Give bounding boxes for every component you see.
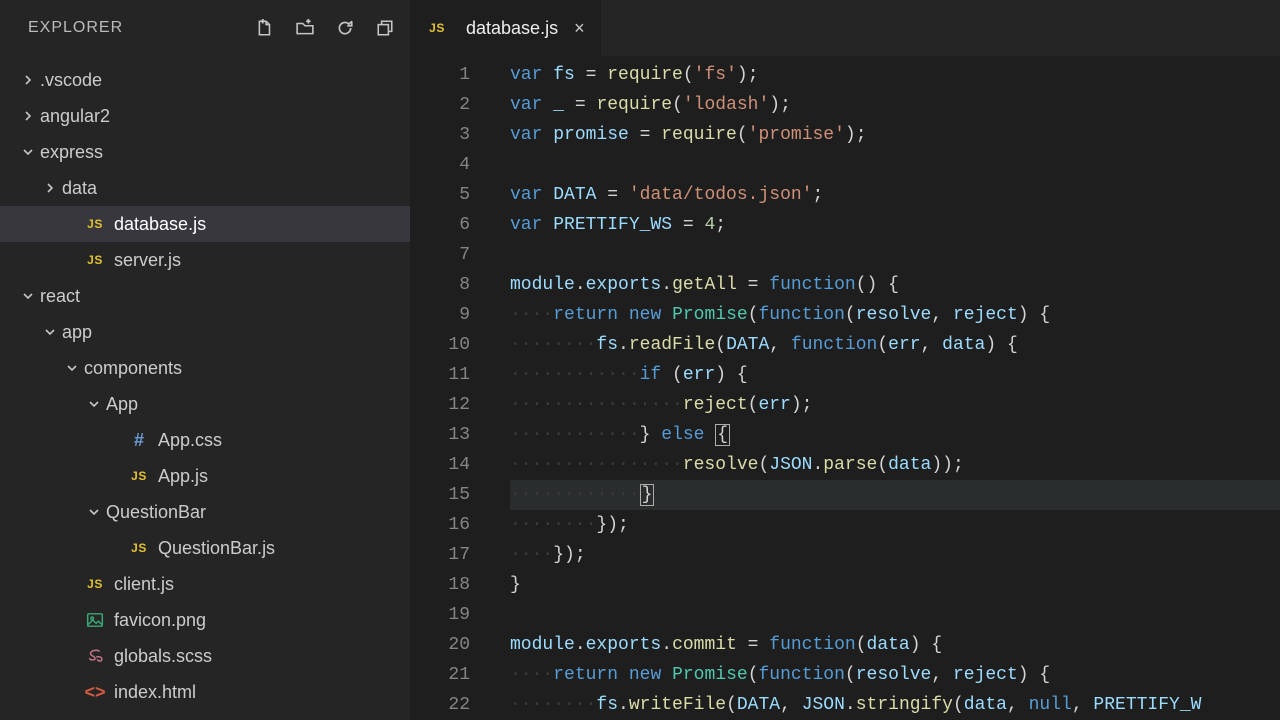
twisty-icon [20,111,36,121]
file-favicon-png[interactable]: favicon.png [0,602,410,638]
explorer-actions [256,19,394,37]
folder-data[interactable]: data [0,170,410,206]
twisty-icon [20,291,36,301]
folder-app[interactable]: App [0,386,410,422]
js-icon: JS [426,21,448,35]
refresh-icon[interactable] [336,19,354,37]
tree-item-label: express [40,142,103,163]
file-globals-scss[interactable]: globals.scss [0,638,410,674]
collapse-all-icon[interactable] [376,19,394,37]
folder--vscode[interactable]: .vscode [0,62,410,98]
tree-item-label: QuestionBar.js [158,538,275,559]
file-database-js[interactable]: JSdatabase.js [0,206,410,242]
close-icon[interactable]: × [574,18,585,39]
tree-item-label: index.html [114,682,196,703]
tree-item-label: app [62,322,92,343]
tree-item-label: QuestionBar [106,502,206,523]
editor-area: JS database.js × 12345678910111213141516… [410,0,1280,720]
tree-item-label: database.js [114,214,206,235]
folder-react[interactable]: react [0,278,410,314]
folder-express[interactable]: express [0,134,410,170]
new-file-icon[interactable] [256,19,274,37]
tree-item-label: components [84,358,182,379]
twisty-icon [20,147,36,157]
folder-angular2[interactable]: angular2 [0,98,410,134]
tab-label: database.js [466,18,558,39]
twisty-icon [86,507,102,517]
tree-item-label: data [62,178,97,199]
file-client-js[interactable]: JSclient.js [0,566,410,602]
folder-app[interactable]: app [0,314,410,350]
file-app-css[interactable]: #App.css [0,422,410,458]
tree-item-label: client.js [114,574,174,595]
explorer-header: EXPLORER [0,0,410,56]
file-server-js[interactable]: JSserver.js [0,242,410,278]
tree-item-label: .vscode [40,70,102,91]
twisty-icon [42,183,58,193]
folder-questionbar[interactable]: QuestionBar [0,494,410,530]
tab-database-js[interactable]: JS database.js × [410,0,601,56]
tree-item-label: App [106,394,138,415]
explorer-title: EXPLORER [28,19,123,37]
explorer-sidebar: EXPLORER .vscode angular2 express data JSdat… [0,0,410,720]
code-content[interactable]: var fs = require('fs');var _ = require('… [490,56,1280,720]
file-questionbar-js[interactable]: JSQuestionBar.js [0,530,410,566]
tree-item-label: App.js [158,466,208,487]
code-editor[interactable]: 12345678910111213141516171819202122 var … [410,56,1280,720]
tree-item-label: react [40,286,80,307]
file-tree: .vscodeangular2expressdataJSdatabase.jsJ… [0,56,410,720]
tree-item-label: favicon.png [114,610,206,631]
tree-item-label: angular2 [40,106,110,127]
twisty-icon [20,75,36,85]
tree-item-label: App.css [158,430,222,451]
new-folder-icon[interactable] [296,19,314,37]
file-app-js[interactable]: JSApp.js [0,458,410,494]
tree-item-label: server.js [114,250,181,271]
line-gutter: 12345678910111213141516171819202122 [410,56,490,720]
twisty-icon [64,363,80,373]
twisty-icon [42,327,58,337]
twisty-icon [86,399,102,409]
editor-tabbar: JS database.js × [410,0,1280,56]
file-index-html[interactable]: <>index.html [0,674,410,710]
folder-components[interactable]: components [0,350,410,386]
tree-item-label: globals.scss [114,646,212,667]
